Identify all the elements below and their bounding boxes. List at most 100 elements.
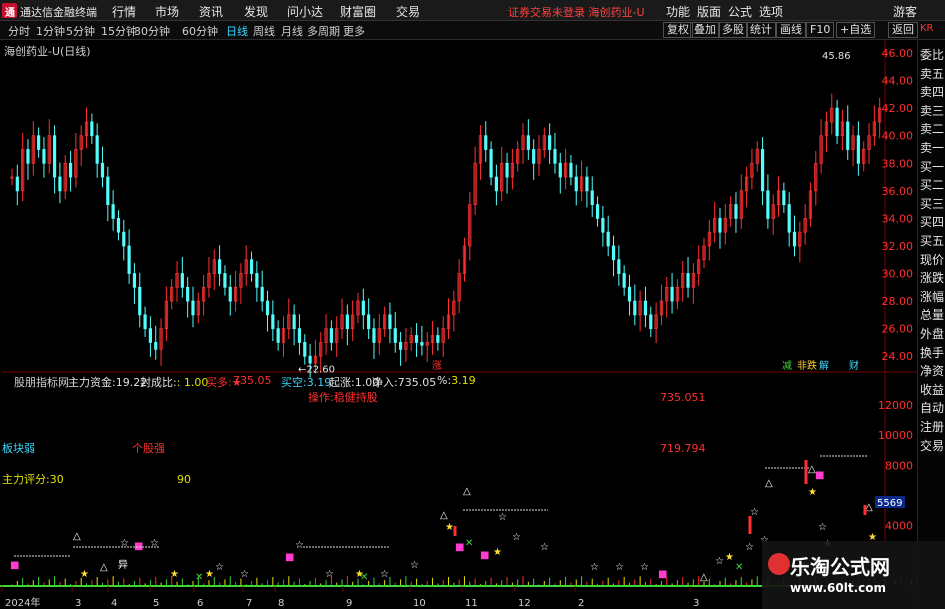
candle-body bbox=[622, 273, 626, 288]
period-7[interactable]: 周线 bbox=[253, 23, 275, 39]
indicator-symbol: ■ bbox=[455, 542, 464, 553]
period-0[interactable]: 分时 bbox=[8, 23, 30, 39]
indicator-symbol: ★ bbox=[205, 569, 214, 580]
right-panel-item-13[interactable]: 涨幅 bbox=[920, 288, 944, 305]
period-2[interactable]: 5分钟 bbox=[66, 23, 95, 39]
right-panel-item-12[interactable]: 涨跌 bbox=[920, 269, 944, 286]
period-1[interactable]: 1分钟 bbox=[36, 23, 65, 39]
candle-body bbox=[372, 328, 376, 343]
right-panel-top: KR bbox=[920, 23, 934, 34]
right-panel-item-7[interactable]: 买二 bbox=[920, 176, 944, 193]
right-panel-item-15[interactable]: 外盘 bbox=[920, 325, 944, 342]
menu-item-3[interactable]: 发现 bbox=[244, 3, 268, 20]
candle-body bbox=[122, 231, 126, 247]
candle-body bbox=[393, 328, 397, 343]
right-panel-item-1[interactable]: 卖五 bbox=[920, 65, 944, 82]
indicator-field-label: 买多: bbox=[206, 376, 232, 389]
tool-3[interactable]: 统计 bbox=[746, 22, 776, 38]
tool-5[interactable]: F10 bbox=[806, 22, 835, 38]
candle-body bbox=[734, 204, 738, 219]
right-panel-item-4[interactable]: 卖二 bbox=[920, 120, 944, 137]
indicator-symbol: ★ bbox=[725, 552, 734, 563]
candle-body bbox=[760, 149, 765, 192]
menu-item-4[interactable]: 问小达 bbox=[287, 3, 323, 20]
right-panel-item-2[interactable]: 卖四 bbox=[920, 83, 944, 100]
period-10[interactable]: 更多 bbox=[343, 23, 365, 39]
candle-body bbox=[766, 190, 770, 219]
right-panel-item-8[interactable]: 买三 bbox=[920, 195, 944, 212]
x-tick-label: 9 bbox=[346, 598, 352, 609]
y-tick-label: 30.00 bbox=[882, 268, 914, 281]
indicator-symbol: ★ bbox=[493, 547, 502, 558]
candle-body bbox=[154, 342, 158, 350]
candle-body bbox=[649, 314, 653, 330]
right-panel-item-20[interactable]: 注册 bbox=[920, 418, 944, 435]
right-menu-1[interactable]: 版面 bbox=[697, 3, 721, 20]
watermark-logo bbox=[768, 553, 790, 575]
tool-2[interactable]: 多股 bbox=[718, 22, 748, 38]
right-menu-3[interactable]: 选项 bbox=[759, 3, 783, 20]
right-panel-item-19[interactable]: 自动 bbox=[920, 399, 944, 416]
candle-body bbox=[489, 149, 493, 178]
tool-6[interactable]: +自选 bbox=[836, 22, 876, 38]
candle-body bbox=[228, 286, 232, 302]
right-panel-item-9[interactable]: 买四 bbox=[920, 213, 944, 230]
right-panel: KR 委比卖五 卖四卖三 卖二卖一买一 买二买三 买四买五现价 涨跌涨幅 总量外盘换手 净资收益… bbox=[917, 23, 945, 609]
y-tick-label: 40.00 bbox=[882, 130, 914, 143]
right-panel-item-6[interactable]: 买一 bbox=[920, 158, 944, 175]
menu-item-6[interactable]: 交易 bbox=[396, 3, 420, 20]
right-panel-item-5[interactable]: 卖一 bbox=[920, 139, 944, 156]
right-menu-2[interactable]: 公式 bbox=[728, 3, 752, 20]
indicator-symbol: ☆ bbox=[410, 560, 419, 571]
right-panel-item-18[interactable]: 收益 bbox=[920, 381, 944, 398]
period-8[interactable]: 月线 bbox=[281, 23, 303, 39]
right-panel-item-14[interactable]: 总量 bbox=[920, 306, 944, 323]
candle-body bbox=[308, 355, 312, 364]
right-panel-item-3[interactable]: 卖三 bbox=[920, 102, 944, 119]
menu-item-5[interactable]: 财富圈 bbox=[340, 3, 376, 20]
period-5[interactable]: 60分钟 bbox=[182, 23, 218, 39]
tool-4[interactable]: 画线 bbox=[776, 22, 806, 38]
op-text: 操作:稳健持股 bbox=[308, 390, 378, 404]
right-panel-item-17[interactable]: 净资 bbox=[920, 362, 944, 379]
indicator-symbol: ■ bbox=[480, 550, 489, 561]
period-3[interactable]: 15分钟 bbox=[101, 23, 137, 39]
indicator-field-value: 3.19 bbox=[306, 376, 332, 389]
right-panel-item-16[interactable]: 换手 bbox=[920, 344, 944, 361]
candle-body bbox=[574, 176, 578, 192]
indicator-field-6: 净入:735.05 bbox=[372, 374, 436, 390]
x-tick-label: 3 bbox=[693, 598, 699, 609]
candle-body bbox=[260, 286, 264, 302]
indicator-field-label: 主力资金: bbox=[68, 376, 116, 389]
tool-1[interactable]: 叠加 bbox=[690, 22, 720, 38]
right-panel-item-21[interactable]: 交易 bbox=[920, 437, 944, 454]
tool-0[interactable]: 复权 bbox=[663, 22, 693, 38]
menu-item-2[interactable]: 资讯 bbox=[199, 3, 223, 20]
tool-7[interactable]: 返回 bbox=[888, 22, 918, 38]
candle-body bbox=[180, 273, 184, 288]
y-tick-label: 44.00 bbox=[882, 75, 914, 88]
right-panel-item-11[interactable]: 现价 bbox=[920, 251, 944, 268]
candle-body bbox=[553, 149, 557, 164]
right-panel-item-10[interactable]: 买五 bbox=[920, 232, 944, 249]
period-9[interactable]: 多周期 bbox=[307, 23, 340, 39]
indicator-name[interactable]: 股朋指标网 bbox=[14, 374, 69, 390]
candle-body bbox=[505, 162, 509, 178]
menu-item-1[interactable]: 市场 bbox=[155, 3, 179, 20]
marker-jian: 减 bbox=[782, 360, 792, 372]
candle-body bbox=[548, 135, 552, 150]
x-tick-label: 12 bbox=[518, 598, 531, 609]
candle-body bbox=[611, 245, 616, 261]
period-4[interactable]: 30分钟 bbox=[134, 23, 170, 39]
period-6[interactable]: 日线 bbox=[226, 23, 248, 39]
indicator-field-label: 封成比: bbox=[140, 376, 177, 389]
right-menu-0[interactable]: 功能 bbox=[666, 3, 690, 20]
x-tick-label: 3 bbox=[75, 598, 81, 609]
right-panel-item-0[interactable]: 委比 bbox=[920, 46, 944, 63]
indicator-symbol: ■ bbox=[10, 560, 19, 571]
right-menu-4[interactable]: 游客 bbox=[893, 3, 917, 20]
score-text: 主力评分:30 bbox=[2, 473, 64, 486]
menu-item-0[interactable]: 行情 bbox=[112, 3, 136, 20]
volume-marker: 5569 bbox=[877, 498, 902, 509]
candle-body bbox=[436, 335, 440, 343]
